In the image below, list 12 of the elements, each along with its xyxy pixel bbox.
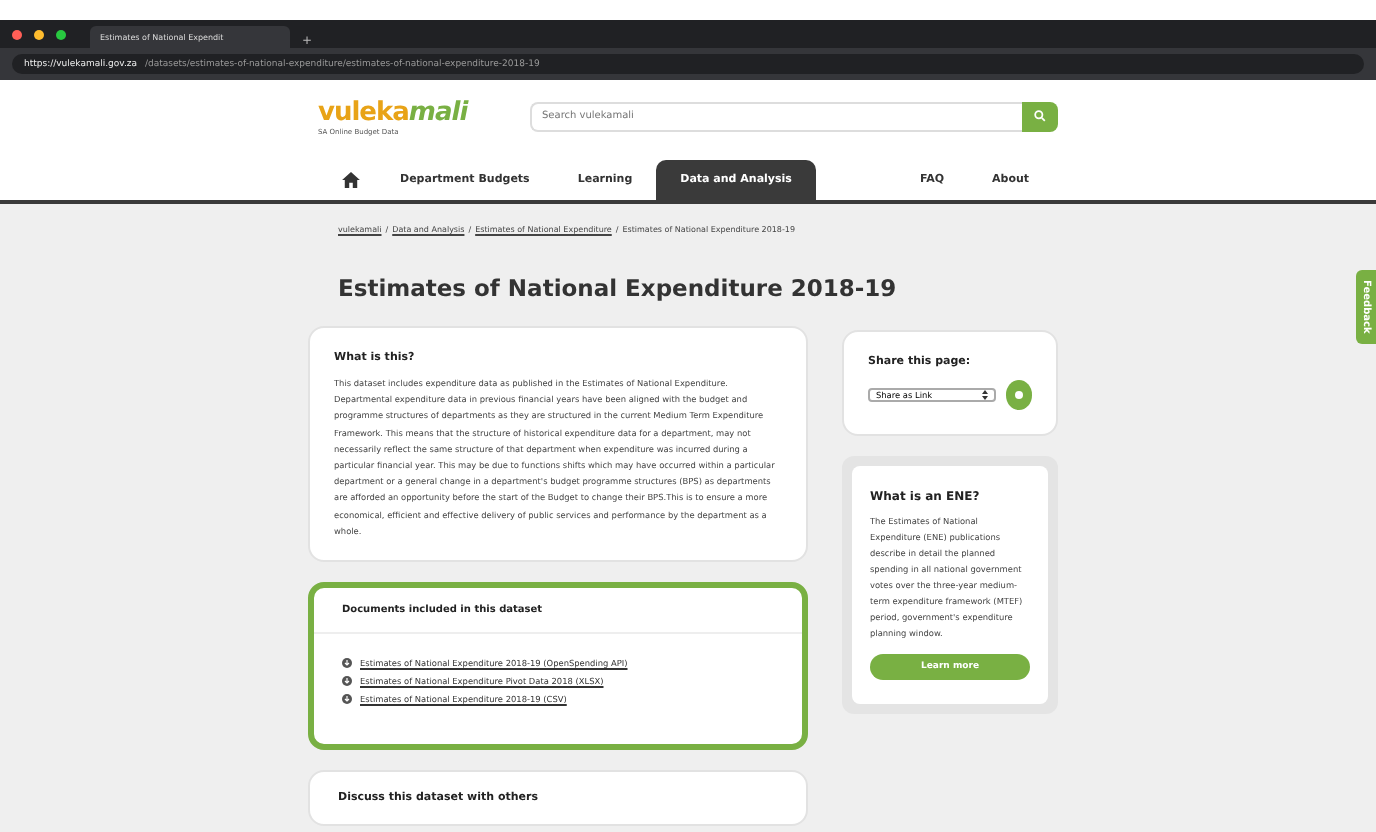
share-button[interactable] — [1005, 380, 1032, 410]
close-dot-icon[interactable] — [12, 29, 22, 39]
page-title: Estimates of National Expenditure 2018-19 — [338, 274, 899, 302]
search-button[interactable] — [1022, 101, 1058, 131]
search-icon — [1034, 110, 1046, 122]
download-icon — [342, 694, 352, 705]
download-icon — [342, 676, 352, 687]
select-caret-icon — [981, 390, 988, 400]
maximize-dot-icon[interactable] — [56, 29, 66, 39]
minimize-dot-icon[interactable] — [34, 29, 44, 39]
download-icon — [342, 658, 352, 669]
home-icon[interactable] — [342, 172, 360, 188]
